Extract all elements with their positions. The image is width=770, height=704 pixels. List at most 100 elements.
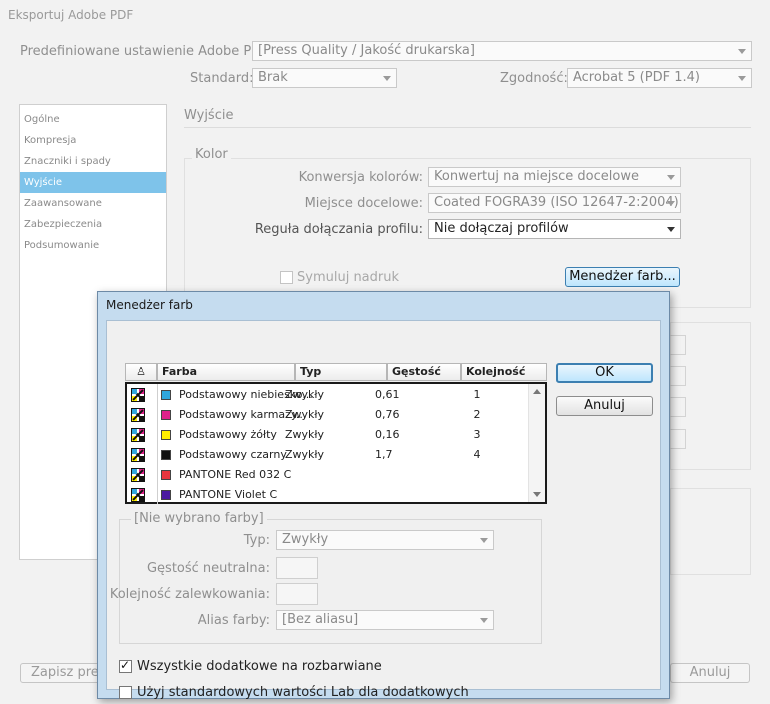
compat-select[interactable]: Acrobat 5 (PDF 1.4) [567,68,752,88]
spot-ink-icon[interactable] [131,468,145,482]
conversion-value: Konwertuj na miejsce docelowe [434,169,639,184]
window-title: Eksportuj Adobe PDF [8,8,134,22]
ink-alias-label: Alias farby: [197,613,270,628]
trapping-order-label: Kolejność zalewkowania: [109,587,270,602]
sidebar-item-compression[interactable]: Kompresja [20,130,166,151]
trapping-order-field[interactable] [276,583,318,605]
chevron-down-icon [738,76,746,81]
ink-name: PANTONE Violet C [179,488,278,501]
ink-name: Podstawowy czarny [179,448,287,461]
ink-density: 0,61 [375,388,400,401]
all-spots-checkbox[interactable] [119,658,132,673]
sidebar-item-security[interactable]: Zabezpieczenia [20,214,166,235]
standard-value: Brak [258,70,288,85]
destination-select[interactable]: Coated FOGRA39 (ISO 12647-2:2004) [428,193,681,213]
color-group-title: Kolor [192,147,231,162]
preset-value: [Press Quality / Jakość drukarska] [258,43,475,58]
dialog-client: ♙ Farba Typ Gęstość Kolejność Podstawowy… [106,320,661,700]
process-ink-icon[interactable] [131,408,145,422]
ink-swatch [161,490,171,500]
ink-manager-dialog: Menedżer farb ♙ Farba Typ Gęstość Kolejn… [97,291,670,700]
ink-row[interactable]: PANTONE Violet C [127,485,529,505]
ink-density: 1,7 [375,448,393,461]
type-label: Typ: [243,533,270,548]
preset-label: Predefiniowane ustawienie Adobe PDF: [20,44,273,59]
profile-rule-select[interactable]: Nie dołączaj profilów [428,219,681,239]
sidebar-item-output[interactable]: Wyjście [20,172,166,193]
ink-type: Zwykły [285,408,325,421]
window-titlebar: Eksportuj Adobe PDF [0,0,770,30]
ink-swatch [161,390,171,400]
ink-name: Podstawowy żółty [179,428,277,441]
sidebar-item-general[interactable]: Ogólne [20,109,166,130]
chevron-down-icon [738,49,746,54]
chevron-down-icon [667,227,675,232]
scroll-up-icon[interactable] [533,389,541,394]
chevron-down-icon [667,175,675,180]
column-header-order[interactable]: Kolejność [461,363,547,381]
compat-label: Zgodność: [500,71,568,86]
background-field [670,429,686,449]
section-divider [184,127,751,128]
profile-rule-label: Reguła dołączania profilu: [254,222,423,237]
no-selection-label: [Nie wybrano farby] [131,511,267,526]
cancel-dialog-button[interactable]: Anuluj [556,396,653,416]
ink-swatch [161,430,171,440]
simulate-checkbox[interactable] [280,271,293,284]
chevron-down-icon [383,76,391,81]
ink-row[interactable]: PANTONE Red 032 C [127,465,529,485]
use-lab-checkbox[interactable] [119,686,132,699]
ink-row[interactable]: Podstawowy niebiesko... Zwykły 0,61 1 [127,385,529,405]
background-field [670,366,686,386]
sidebar-item-summary[interactable]: Podsumowanie [20,235,166,256]
scroll-down-icon[interactable] [533,492,541,497]
preset-select[interactable]: [Press Quality / Jakość drukarska] [252,41,752,61]
process-ink-icon[interactable] [131,428,145,442]
list-scrollbar[interactable] [528,384,545,502]
process-ink-icon[interactable] [131,388,145,402]
ink-row[interactable]: Podstawowy czarny Zwykły 1,7 4 [127,445,529,465]
standard-label: Standard: [190,71,254,86]
ink-order: 1 [473,388,481,401]
compat-value: Acrobat 5 (PDF 1.4) [573,70,700,85]
column-header-type[interactable]: Typ [295,363,387,381]
type-value: Zwykły [282,532,329,547]
simulate-label: Symuluj nadruk [297,270,400,285]
column-header-density[interactable]: Gęstość [387,363,461,381]
ink-density: 0,76 [375,408,400,421]
chevron-down-icon [480,618,488,623]
ink-type: Zwykły [285,428,325,441]
spot-ink-icon[interactable] [131,488,145,502]
ink-swatch [161,470,171,480]
destination-value: Coated FOGRA39 (ISO 12647-2:2004) [434,195,679,210]
ok-button[interactable]: OK [556,363,653,383]
ink-type: Zwykły [285,448,325,461]
sidebar-item-marks-bleeds[interactable]: Znaczniki i spady [20,151,166,172]
ink-density: 0,16 [375,428,400,441]
section-title: Wyjście [184,108,234,123]
ink-row[interactable]: Podstawowy żółty Zwykły 0,16 3 [127,425,529,445]
sidebar-item-advanced[interactable]: Zaawansowane [20,193,166,214]
conversion-label: Konwersja kolorów: [298,170,423,185]
ink-swatch [161,450,171,460]
neutral-density-field[interactable] [276,557,318,579]
standard-select[interactable]: Brak [252,68,397,88]
column-header-ink[interactable]: Farba [157,363,295,381]
ink-type: Zwykły [285,388,325,401]
ink-row[interactable]: Podstawowy karmazy... Zwykły 0,76 2 [127,405,529,425]
process-ink-icon[interactable] [131,448,145,462]
cancel-button[interactable]: Anuluj [670,663,750,683]
ink-manager-button[interactable]: Menedżer farb... [565,267,680,287]
background-group [670,488,751,575]
ink-order: 3 [473,428,481,441]
ink-alias-select[interactable]: [Bez aliasu] [276,610,494,630]
chevron-down-icon [667,201,675,206]
dialog-title: Menedżer farb [106,298,193,312]
ink-order: 2 [473,408,481,421]
ink-swatch [161,410,171,420]
type-select[interactable]: Zwykły [276,530,494,550]
column-header-icon[interactable]: ♙ [125,363,157,381]
ink-order: 4 [473,448,481,461]
conversion-select[interactable]: Konwertuj na miejsce docelowe [428,167,681,187]
background-field [670,335,686,355]
